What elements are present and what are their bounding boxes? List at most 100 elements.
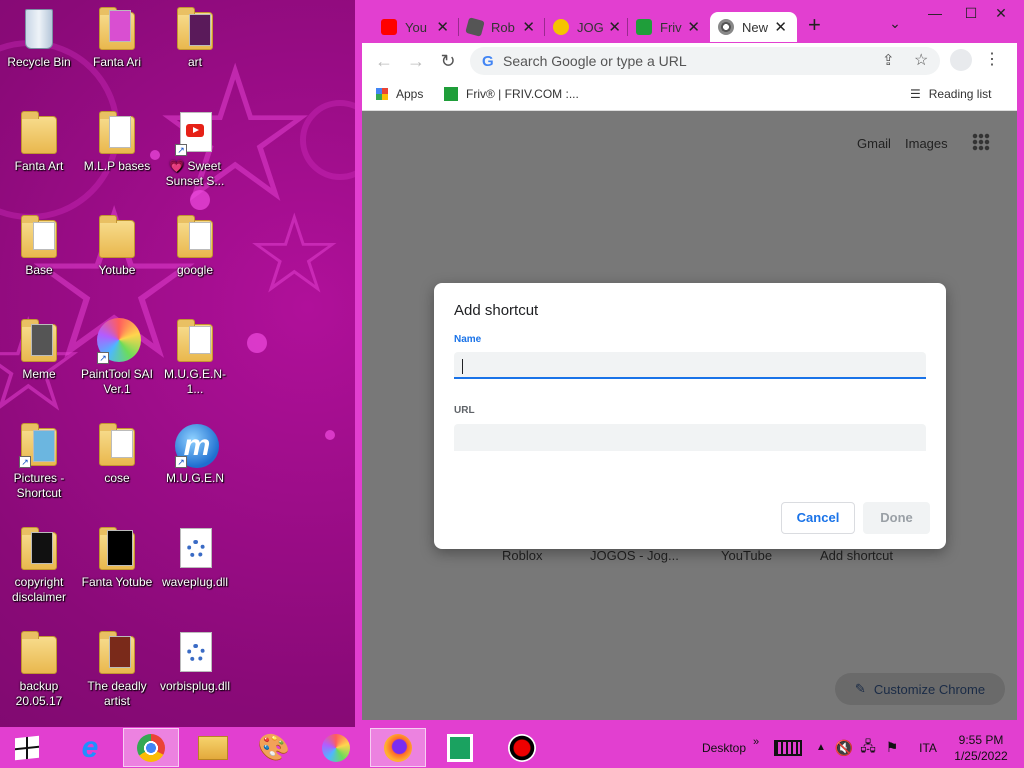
desktop-icon-label: 💗 Sweet Sunset S...: [165, 159, 225, 188]
omnibox[interactable]: G Search Google or type a URL ⇪ ☆: [470, 47, 940, 75]
youtube-icon: [381, 19, 397, 35]
shortcut-jogos[interactable]: JOGOS - Jog...: [590, 548, 679, 563]
folder-icon: [19, 318, 59, 364]
reload-icon[interactable]: ↻: [436, 50, 460, 72]
minimize-button[interactable]: —: [917, 2, 953, 24]
desktop-icon-fanta-yotube[interactable]: Fanta Yotube: [78, 526, 156, 590]
tab-jogos[interactable]: JOG ✕: [545, 12, 631, 42]
desktop-icon-art[interactable]: art: [156, 6, 234, 70]
gmail-link[interactable]: Gmail: [857, 136, 891, 151]
close-tab-icon[interactable]: ✕: [522, 18, 535, 36]
desktop-icon-label: M.U.G.E.N-1...: [164, 367, 226, 396]
chevron-right-icon[interactable]: »: [750, 721, 762, 762]
close-window-button[interactable]: ✕: [983, 2, 1019, 24]
clock[interactable]: 9:55 PM 1/25/2022: [946, 727, 1016, 768]
shortcut-youtube[interactable]: YouTube: [721, 548, 772, 563]
done-button[interactable]: Done: [863, 502, 930, 534]
forward-arrow-icon[interactable]: →: [404, 50, 428, 72]
language-indicator[interactable]: ITA: [912, 727, 944, 768]
bookmark-label: Reading list: [928, 87, 992, 101]
dialog-title: Add shortcut: [454, 302, 539, 319]
close-tab-icon[interactable]: ✕: [774, 18, 787, 36]
desktop-icon-sweet-sunset[interactable]: ↗ 💗 Sweet Sunset S...: [156, 110, 234, 189]
taskbar-file-explorer[interactable]: [185, 728, 241, 767]
toolbar: ← → ↻ G Search Google or type a URL ⇪ ☆ …: [362, 43, 1017, 79]
back-arrow-icon[interactable]: ←: [372, 50, 396, 72]
taskbar-recorder[interactable]: [494, 728, 550, 767]
desktop-icon-vorbisplug-dll[interactable]: vorbisplug.dll: [156, 630, 234, 694]
shortcut-roblox[interactable]: Roblox: [502, 548, 542, 563]
taskbar-painttool-sai[interactable]: [308, 728, 364, 767]
touch-keyboard-icon[interactable]: [772, 727, 804, 768]
google-apps-icon[interactable]: [972, 133, 990, 151]
show-hidden-icons-chevron[interactable]: ▲: [814, 727, 828, 768]
close-tab-icon[interactable]: ✕: [687, 18, 700, 36]
url-input[interactable]: [454, 424, 926, 451]
desktop-icon-fanta-art[interactable]: Fanta Art: [0, 110, 78, 174]
folder-icon: [19, 110, 59, 156]
taskbar-firefox[interactable]: [370, 728, 426, 767]
tab-roblox[interactable]: Rob ✕: [459, 12, 545, 42]
shortcut-arrow-icon: ↗: [19, 456, 31, 468]
desktop-icon-pictures-shortcut[interactable]: ↗ Pictures - Shortcut: [0, 422, 78, 501]
desktop-icon-backup[interactable]: backup 20.05.17: [0, 630, 78, 709]
new-tab-button[interactable]: +: [808, 12, 821, 38]
reading-list-button[interactable]: ☰ Reading list: [910, 87, 991, 101]
close-tab-icon[interactable]: ✕: [436, 18, 449, 36]
bookmark-friv[interactable]: Friv® | FRIV.COM :...: [444, 87, 579, 101]
bookmark-apps[interactable]: Apps: [376, 87, 423, 101]
tab-new-tab[interactable]: New ✕: [710, 12, 797, 42]
desktop-icon-waveplug-dll[interactable]: waveplug.dll: [156, 526, 234, 590]
clock-date: 1/25/2022: [954, 748, 1008, 763]
taskbar-paint[interactable]: 🎨: [246, 728, 302, 767]
wallpaper-dot: [247, 333, 267, 353]
desktop-icon-base[interactable]: Base: [0, 214, 78, 278]
gear-icon: [187, 540, 205, 558]
desktop-icon-recycle-bin[interactable]: Recycle Bin: [0, 6, 78, 70]
images-link[interactable]: Images: [905, 136, 948, 151]
action-center-flag-icon[interactable]: ⚑: [882, 727, 902, 768]
network-icon[interactable]: 🖧: [858, 727, 878, 768]
bookmark-star-icon[interactable]: ☆: [914, 50, 928, 70]
tab-friv[interactable]: Friv ✕: [628, 12, 710, 42]
desktop-icon-cose[interactable]: cose: [78, 422, 156, 486]
menu-icon[interactable]: ⋮: [984, 49, 1000, 69]
desktop-icon-fanta-ari[interactable]: Fanta Ari: [78, 6, 156, 70]
name-input[interactable]: [454, 352, 926, 379]
taskbar-chrome[interactable]: [123, 728, 179, 767]
profile-avatar-icon[interactable]: [950, 49, 972, 71]
tab-search-icon[interactable]: ⌄: [877, 12, 913, 34]
tab-title: Rob: [491, 19, 515, 35]
taskbar-ie[interactable]: e: [62, 728, 118, 767]
desktop-icon-meme[interactable]: Meme: [0, 318, 78, 382]
desktop-toolbar-label[interactable]: Desktop: [694, 727, 754, 768]
google-g-icon: G: [482, 53, 494, 70]
cancel-button[interactable]: Cancel: [781, 502, 855, 534]
chrome-icon: [718, 19, 734, 35]
folder-icon: [175, 214, 215, 260]
desktop-icon-google[interactable]: google: [156, 214, 234, 278]
start-button[interactable]: [0, 728, 54, 767]
shortcut-add[interactable]: Add shortcut: [820, 548, 893, 563]
tab-youtube[interactable]: You ✕: [373, 12, 459, 42]
desktop-icon-mugen[interactable]: m ↗ M.U.G.E.N: [156, 422, 234, 486]
desktop-icon-copyright-disclaimer[interactable]: copyright disclaimer: [0, 526, 78, 605]
language-label: ITA: [919, 740, 937, 755]
taskbar-store[interactable]: [432, 728, 488, 767]
volume-muted-icon[interactable]: 🔇: [834, 727, 854, 768]
wallpaper-dot: [190, 190, 210, 210]
folder-icon: [19, 214, 59, 260]
close-tab-icon[interactable]: ✕: [608, 18, 621, 36]
shortcut-arrow-icon: ↗: [175, 144, 187, 156]
customize-chrome-button[interactable]: ✎ Customize Chrome: [835, 673, 1005, 705]
desktop-icon-the-deadly-artist[interactable]: The deadly artist: [78, 630, 156, 709]
desktop-icon-painttool-sai[interactable]: ↗ PaintTool SAI Ver.1: [78, 318, 156, 397]
bookmark-label: Apps: [396, 87, 424, 101]
desktop-icon-label: waveplug.dll: [161, 575, 229, 589]
share-icon[interactable]: ⇪: [882, 51, 895, 69]
friv-icon: [636, 19, 652, 35]
desktop-icon-mlp-bases[interactable]: M.L.P bases: [78, 110, 156, 174]
desktop-icon-mugen-1[interactable]: M.U.G.E.N-1...: [156, 318, 234, 397]
desktop-icon-label: Yotube: [98, 263, 136, 277]
desktop-icon-yotube[interactable]: Yotube: [78, 214, 156, 278]
